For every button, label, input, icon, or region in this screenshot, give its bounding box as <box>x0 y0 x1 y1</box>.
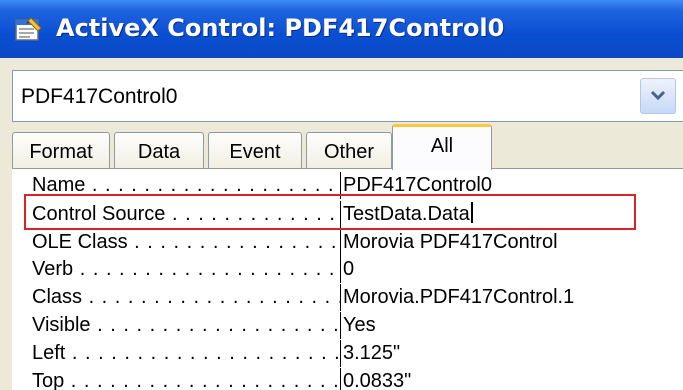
property-value[interactable]: Yes <box>343 312 663 339</box>
property-label: OLE Class <box>32 231 128 253</box>
leader-dots: . . . . . . . . . . . . . . . . . . . . <box>171 203 340 225</box>
column-divider <box>340 201 341 228</box>
leader-dots: . . . . . . . . . . . . . . . . . . . . … <box>134 231 340 253</box>
property-row-class[interactable]: Class . . . . . . . . . . . . . . . . . … <box>12 284 683 311</box>
leader-dots: . . . . . . . . . . . . . . . . . . . . … <box>91 174 340 196</box>
column-divider <box>340 284 341 311</box>
tab-other[interactable]: Other <box>306 132 392 170</box>
tab-data[interactable]: Data <box>114 132 204 170</box>
column-divider <box>340 340 341 367</box>
tab-all[interactable]: All <box>392 124 492 170</box>
property-label: Class <box>32 286 83 308</box>
leader-dots: . . . . . . . . . . . . . . . . . . . . … <box>79 258 340 280</box>
object-selector-combo[interactable]: PDF417Control0 <box>12 70 683 122</box>
property-label: Name <box>32 174 86 196</box>
property-label: Control Source <box>32 203 166 225</box>
property-sheet: Name . . . . . . . . . . . . . . . . . .… <box>12 168 683 390</box>
property-value[interactable]: 0 <box>343 256 663 283</box>
leader-dots: . . . . . . . . . . . . . . . . . . . . … <box>88 286 340 308</box>
property-value: TestData.Data <box>343 203 470 225</box>
properties-window-icon <box>15 17 42 41</box>
property-value[interactable]: PDF417Control0 <box>343 172 663 199</box>
property-value-input[interactable]: TestData.Data <box>343 201 663 228</box>
property-tabs: Format Data Event Other All <box>12 124 683 170</box>
object-selector-dropdown-button[interactable] <box>640 78 676 114</box>
text-caret <box>470 202 473 223</box>
property-label: Verb <box>32 258 74 280</box>
object-selector-value: PDF417Control0 <box>21 85 178 108</box>
window-title: ActiveX Control: PDF417Control0 <box>56 14 505 42</box>
activex-properties-window: ActiveX Control: PDF417Control0 PDF417Co… <box>0 0 683 390</box>
property-label: Visible <box>32 314 91 336</box>
property-value[interactable]: 3.125" <box>343 340 663 367</box>
property-value[interactable]: Morovia.PDF417Control.1 <box>343 284 663 311</box>
property-value[interactable]: Morovia PDF417Control <box>343 229 663 256</box>
column-divider <box>340 312 341 339</box>
column-divider <box>340 368 341 390</box>
property-row-ole-class[interactable]: OLE Class . . . . . . . . . . . . . . . … <box>12 229 683 256</box>
property-row-name[interactable]: Name . . . . . . . . . . . . . . . . . .… <box>12 172 683 199</box>
property-row-verb[interactable]: Verb . . . . . . . . . . . . . . . . . .… <box>12 256 683 283</box>
property-row-visible[interactable]: Visible . . . . . . . . . . . . . . . . … <box>12 312 683 339</box>
column-divider <box>340 172 341 199</box>
tab-event[interactable]: Event <box>208 132 302 170</box>
property-row-control-source[interactable]: Control Source . . . . . . . . . . . . .… <box>12 201 683 228</box>
property-label: Top <box>32 370 65 390</box>
property-value[interactable]: 0.0833" <box>343 368 663 390</box>
property-label: Left <box>32 342 66 364</box>
column-divider <box>340 229 341 256</box>
leader-dots: . . . . . . . . . . . . . . . . . . . . … <box>97 314 340 336</box>
tab-format[interactable]: Format <box>12 132 110 170</box>
property-row-top[interactable]: Top . . . . . . . . . . . . . . . . . . … <box>12 368 683 390</box>
column-divider <box>340 256 341 283</box>
leader-dots: . . . . . . . . . . . . . . . . . . . . … <box>70 370 340 390</box>
title-bar[interactable]: ActiveX Control: PDF417Control0 <box>0 0 683 58</box>
leader-dots: . . . . . . . . . . . . . . . . . . . . … <box>71 342 340 364</box>
property-row-left[interactable]: Left . . . . . . . . . . . . . . . . . .… <box>12 340 683 367</box>
chevron-down-icon <box>650 90 666 101</box>
